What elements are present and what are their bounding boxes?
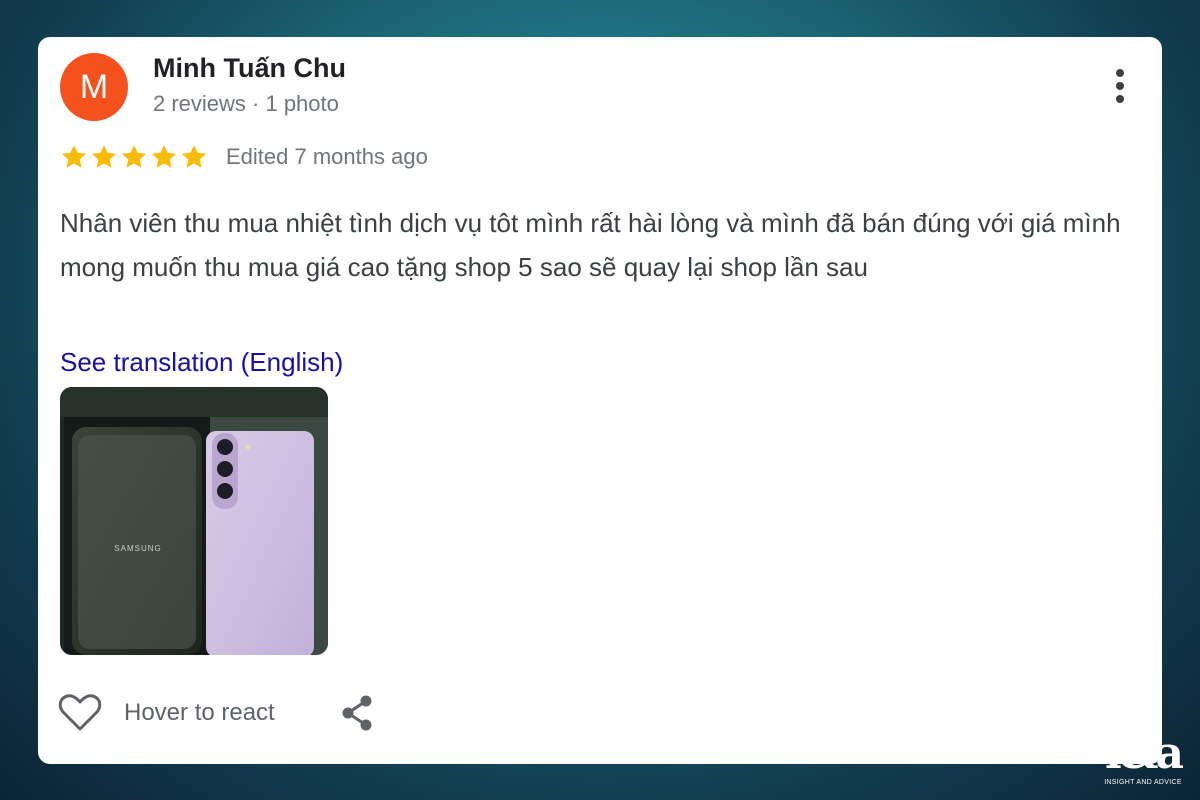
edited-timestamp: Edited 7 months ago xyxy=(226,144,428,169)
star-icon xyxy=(121,145,147,168)
react-button[interactable]: Hover to react xyxy=(58,693,275,733)
share-button[interactable] xyxy=(339,693,375,733)
review-card: M Minh Tuấn Chu 2 reviews · 1 photo Edit… xyxy=(38,37,1162,764)
heart-outline-icon xyxy=(58,694,102,731)
reviewer-name[interactable]: Minh Tuấn Chu xyxy=(153,53,346,84)
phone-photo-image: SAMSUNG xyxy=(60,387,328,655)
reviewer-meta: 2 reviews · 1 photo xyxy=(153,91,339,116)
avatar[interactable]: M xyxy=(60,53,128,121)
share-icon xyxy=(342,695,372,731)
star-rating xyxy=(60,143,208,171)
rating-row: Edited 7 months ago xyxy=(60,143,428,171)
more-vert-icon xyxy=(1116,69,1124,103)
watermark-mark: i&a xyxy=(1105,728,1184,779)
avatar-initial: M xyxy=(79,67,109,106)
star-icon xyxy=(61,145,87,168)
review-photo[interactable]: SAMSUNG xyxy=(60,387,328,655)
more-options-button[interactable] xyxy=(1108,67,1132,107)
see-translation-link[interactable]: See translation (English) xyxy=(60,347,343,378)
star-icon xyxy=(91,145,117,168)
review-actions: Hover to react xyxy=(58,693,375,733)
photo-brand-text: SAMSUNG xyxy=(114,544,161,553)
watermark-tagline: INSIGHT AND ADVICE xyxy=(1104,779,1182,786)
star-icon xyxy=(151,145,177,168)
react-label: Hover to react xyxy=(124,699,275,726)
review-text: Nhân viên thu mua nhiệt tình dịch vụ tôt… xyxy=(60,208,1121,282)
watermark-logo: i&a INSIGHT AND ADVICE xyxy=(1098,730,1188,792)
star-icon xyxy=(181,145,207,168)
